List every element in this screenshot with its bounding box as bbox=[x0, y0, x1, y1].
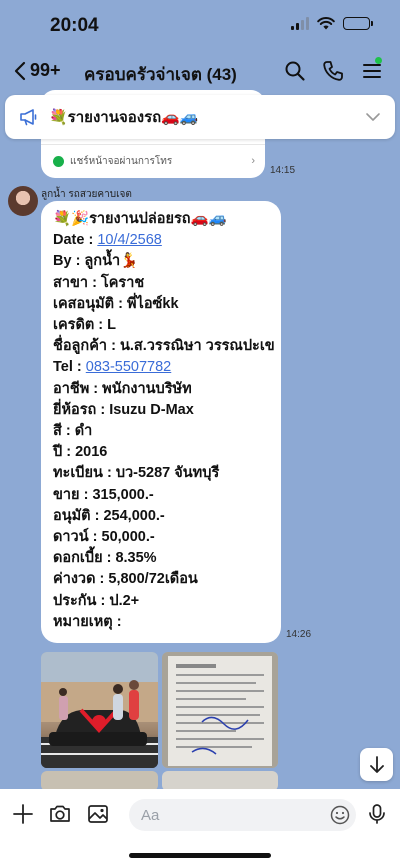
image-icon[interactable] bbox=[86, 802, 110, 826]
message-time: 14:15 bbox=[270, 165, 296, 176]
message-line: ดอกเบี้ย : 8.35% bbox=[53, 550, 157, 567]
message-line: เครดิต : L bbox=[53, 317, 117, 334]
share-screen-label: แชร์หน้าจอผ่านการโทร bbox=[70, 156, 173, 167]
message-line: เคสอนุมัติ : พี่ไอซ์kk bbox=[53, 295, 179, 312]
chat-header: 99+ ครอบครัวจ่าเจต (43) bbox=[0, 50, 400, 92]
megaphone-icon bbox=[20, 109, 37, 126]
microphone-icon[interactable] bbox=[365, 802, 389, 826]
message-line: By : ลูกน้ำ💃 bbox=[53, 253, 139, 270]
camera-icon[interactable] bbox=[48, 802, 72, 826]
photo-thumbnail[interactable] bbox=[162, 652, 278, 768]
plus-icon[interactable] bbox=[11, 802, 35, 826]
chat-title[interactable]: ครอบครัวจ่าเจต (43) bbox=[84, 61, 237, 88]
message-line: Tel : 083-5507782 bbox=[53, 359, 172, 376]
photo-thumbnail[interactable] bbox=[41, 652, 158, 768]
message-line: ประกัน : ป.2+ bbox=[53, 592, 140, 609]
scroll-to-bottom-button[interactable] bbox=[360, 748, 393, 781]
sender-name: ลูกน้ำ รถสวยคาบเจต bbox=[41, 189, 132, 200]
search-icon[interactable] bbox=[283, 59, 307, 83]
wifi-icon bbox=[317, 17, 335, 30]
message-line: ปี : 2016 bbox=[53, 444, 108, 461]
message-time: 14:26 bbox=[286, 629, 312, 640]
home-indicator[interactable] bbox=[129, 853, 271, 858]
message-bubble[interactable]: 💐🎉รายงานปล่อยรถ🚗🚙 Date : 10/4/2568 By : … bbox=[41, 201, 281, 643]
phone-link[interactable]: 083-5507782 bbox=[86, 359, 171, 375]
share-screen-link[interactable]: แชร์หน้าจอผ่านการโทร › bbox=[41, 144, 265, 178]
message-line: ทะเบียน : บว-5287 จันทบุรี bbox=[53, 465, 220, 482]
photo-thumbnail[interactable] bbox=[41, 771, 158, 791]
date-link[interactable]: 10/4/2568 bbox=[97, 232, 162, 248]
chevron-left-icon bbox=[14, 61, 26, 80]
chevron-down-icon[interactable] bbox=[365, 109, 381, 125]
unread-count: 99+ bbox=[30, 60, 61, 80]
message-line: ยี่ห้อรถ : Isuzu D-Max bbox=[53, 401, 194, 418]
message-line: ชื่อลูกค้า : น.ส.วรรณิษา วรรณปะเข bbox=[53, 338, 275, 355]
phone-call-icon[interactable] bbox=[321, 59, 345, 83]
message-line: สาขา : โคราช bbox=[53, 274, 145, 291]
message-input[interactable] bbox=[129, 799, 356, 831]
message-line: ดาวน์ : 50,000.- bbox=[53, 529, 155, 546]
message-line: ขาย : 315,000.- bbox=[53, 486, 154, 503]
arrow-down-icon bbox=[369, 755, 384, 773]
avatar[interactable] bbox=[8, 186, 38, 216]
status-bar: 20:04 bbox=[0, 0, 400, 50]
message-input-bar bbox=[0, 789, 400, 867]
document-photo bbox=[162, 652, 278, 768]
car-delivery-photo bbox=[41, 652, 158, 768]
back-button[interactable]: 99+ bbox=[14, 60, 61, 81]
announcement-banner[interactable]: 💐รายงานจองรถ🚗🚙 bbox=[5, 95, 395, 139]
chevron-right-icon: › bbox=[251, 155, 255, 167]
message-line: Date : 10/4/2568 bbox=[53, 232, 162, 249]
status-time: 20:04 bbox=[50, 15, 99, 36]
message-line: 💐🎉รายงานปล่อยรถ🚗🚙 bbox=[53, 211, 227, 227]
notification-dot bbox=[375, 57, 382, 64]
message-line: อาชีพ : พนักงานบริษัท bbox=[53, 380, 192, 397]
message-line: หมายเหตุ : bbox=[53, 613, 122, 630]
emoji-icon[interactable] bbox=[330, 805, 350, 825]
announcement-text: 💐รายงานจองรถ🚗🚙 bbox=[49, 109, 199, 126]
share-screen-icon bbox=[53, 156, 64, 167]
message-line: สี : ดำ bbox=[53, 423, 93, 440]
cellular-signal-icon bbox=[291, 17, 309, 30]
battery-icon bbox=[343, 17, 373, 30]
photo-thumbnail[interactable] bbox=[162, 771, 278, 791]
message-line: ค่างวด : 5,800/72เดือน bbox=[53, 571, 198, 588]
message-line: อนุมัติ : 254,000.- bbox=[53, 507, 165, 524]
status-icons bbox=[291, 17, 373, 30]
